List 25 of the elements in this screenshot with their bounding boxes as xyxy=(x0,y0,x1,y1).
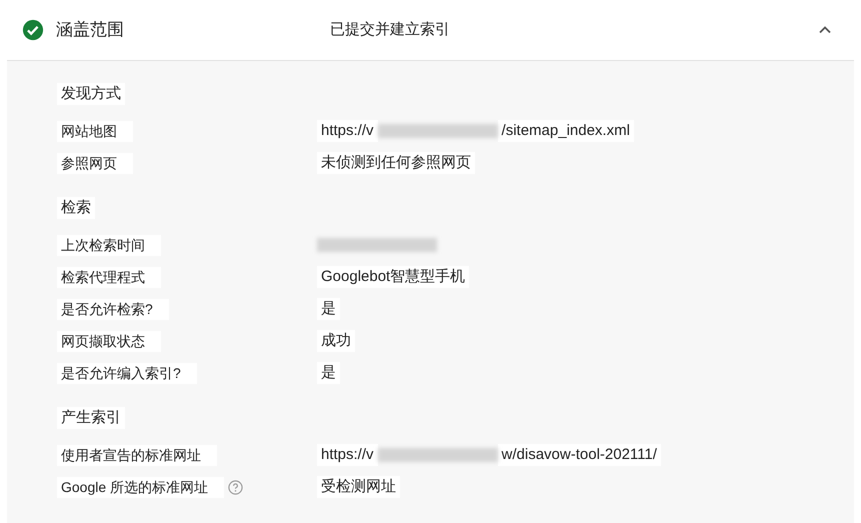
field-value: Googlebot智慧型手机 xyxy=(317,266,470,288)
field-value: 成功 xyxy=(317,330,355,352)
field-label: 参照网页 xyxy=(57,152,133,174)
field-label: 检索代理程式 xyxy=(57,266,161,288)
field-value: 受检测网址 xyxy=(317,476,400,498)
check-circle-icon xyxy=(22,19,44,41)
section-heading: 检索 xyxy=(57,196,95,220)
section-title: 涵盖范围 xyxy=(56,19,125,42)
field-label: 网站地图 xyxy=(57,120,133,142)
field-value: /sitemap_index.xml xyxy=(498,120,634,142)
field-label: Google 所选的标准网址 xyxy=(57,476,224,498)
field-value: 是 xyxy=(317,298,340,320)
field-label: 网页撷取状态 xyxy=(57,330,161,352)
field-value: https://v xyxy=(317,444,378,466)
field-value: https://v xyxy=(317,120,378,142)
field-label: 使用者宣告的标准网址 xyxy=(57,444,217,466)
field-value: w/disavow-tool-202111/ xyxy=(498,444,661,466)
field-label: 是否允许编入索引? xyxy=(57,362,197,384)
field-value: 未侦测到任何参照网页 xyxy=(317,152,475,174)
field-value: 是 xyxy=(317,362,340,384)
section-heading: 发现方式 xyxy=(57,82,125,106)
field-label: 是否允许检索? xyxy=(57,298,169,320)
help-icon[interactable] xyxy=(228,480,244,494)
field-label: 上次检索时间 xyxy=(57,234,161,256)
section-heading: 产生索引 xyxy=(57,406,125,430)
